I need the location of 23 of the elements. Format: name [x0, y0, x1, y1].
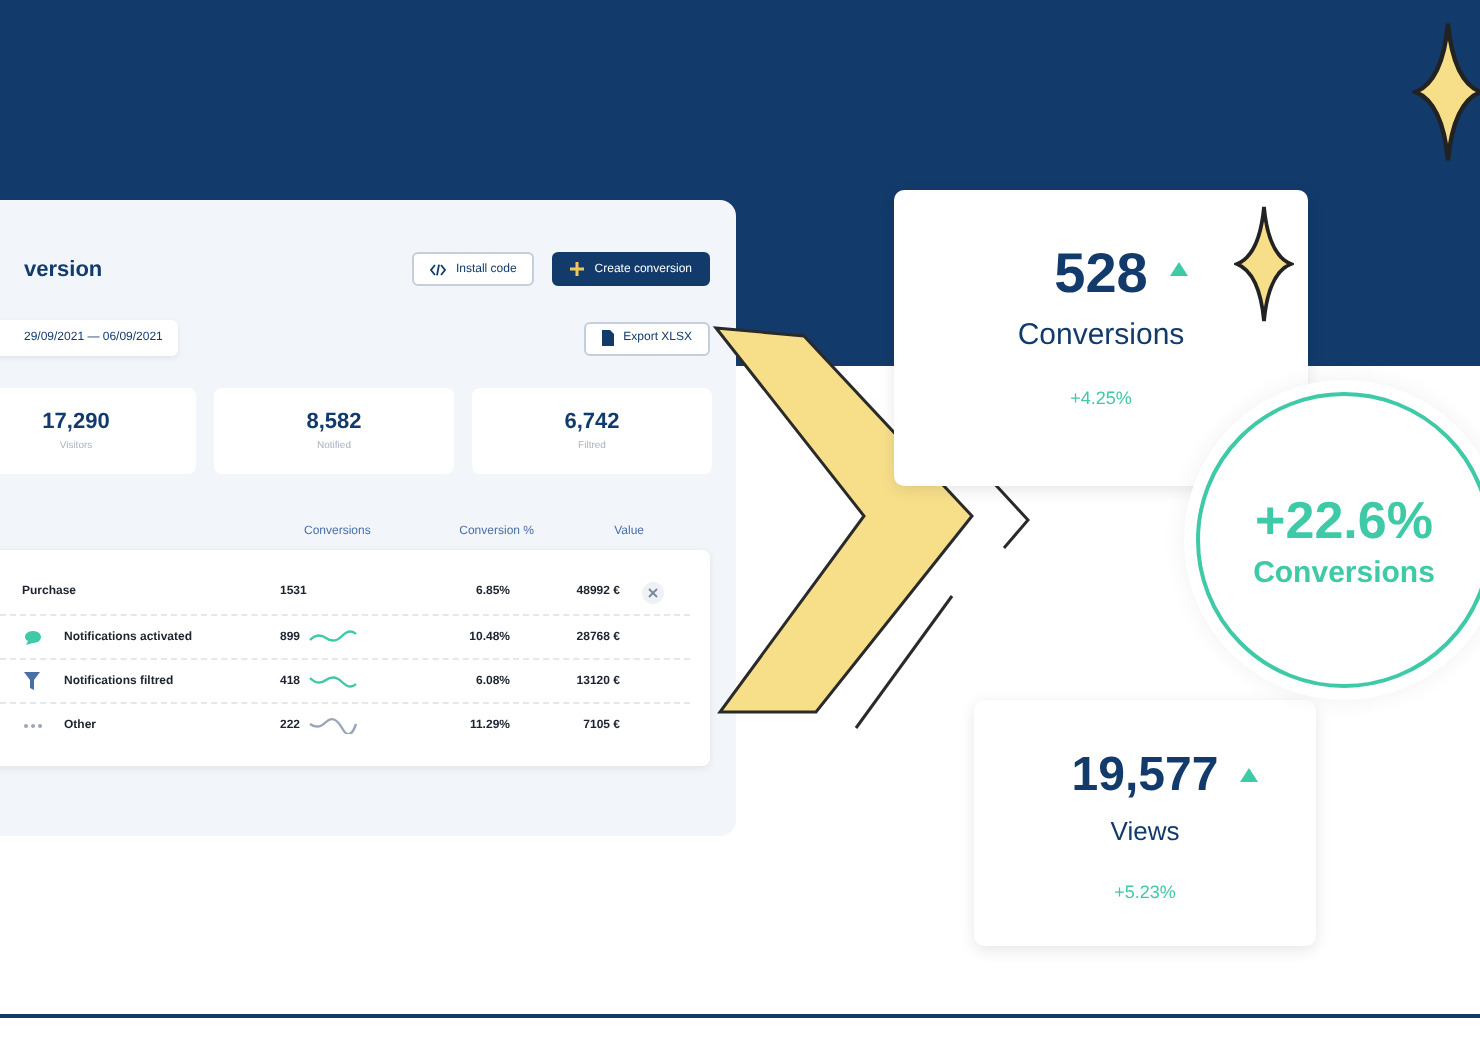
document-icon — [601, 330, 614, 346]
change-percent: +4.25% — [1070, 388, 1132, 408]
close-button[interactable] — [642, 581, 664, 603]
plus-icon — [570, 262, 585, 276]
highlight-label: Conversions — [1017, 318, 1185, 352]
up-triangle-icon — [1240, 768, 1259, 782]
highlight-value: 19,577 — [1071, 748, 1219, 804]
sparkline — [308, 672, 359, 690]
sparkline — [308, 628, 359, 646]
change-percent: +5.23% — [1114, 882, 1176, 902]
growth-label: Conversions — [1253, 556, 1435, 590]
stat-value: 6,742 — [564, 410, 620, 434]
sparkline — [308, 716, 359, 734]
code-icon — [429, 263, 446, 275]
stat-value: 8,582 — [306, 410, 362, 434]
highlight-label: Views — [1110, 816, 1180, 846]
page-title: version — [24, 257, 103, 281]
highlight-value: 528 — [1054, 242, 1148, 306]
up-triangle-icon — [1169, 262, 1188, 276]
sparkle-star-icon — [1234, 204, 1294, 324]
stat-value: 17,290 — [42, 410, 110, 434]
close-icon — [648, 587, 658, 597]
growth-value: +22.6% — [1255, 490, 1433, 552]
